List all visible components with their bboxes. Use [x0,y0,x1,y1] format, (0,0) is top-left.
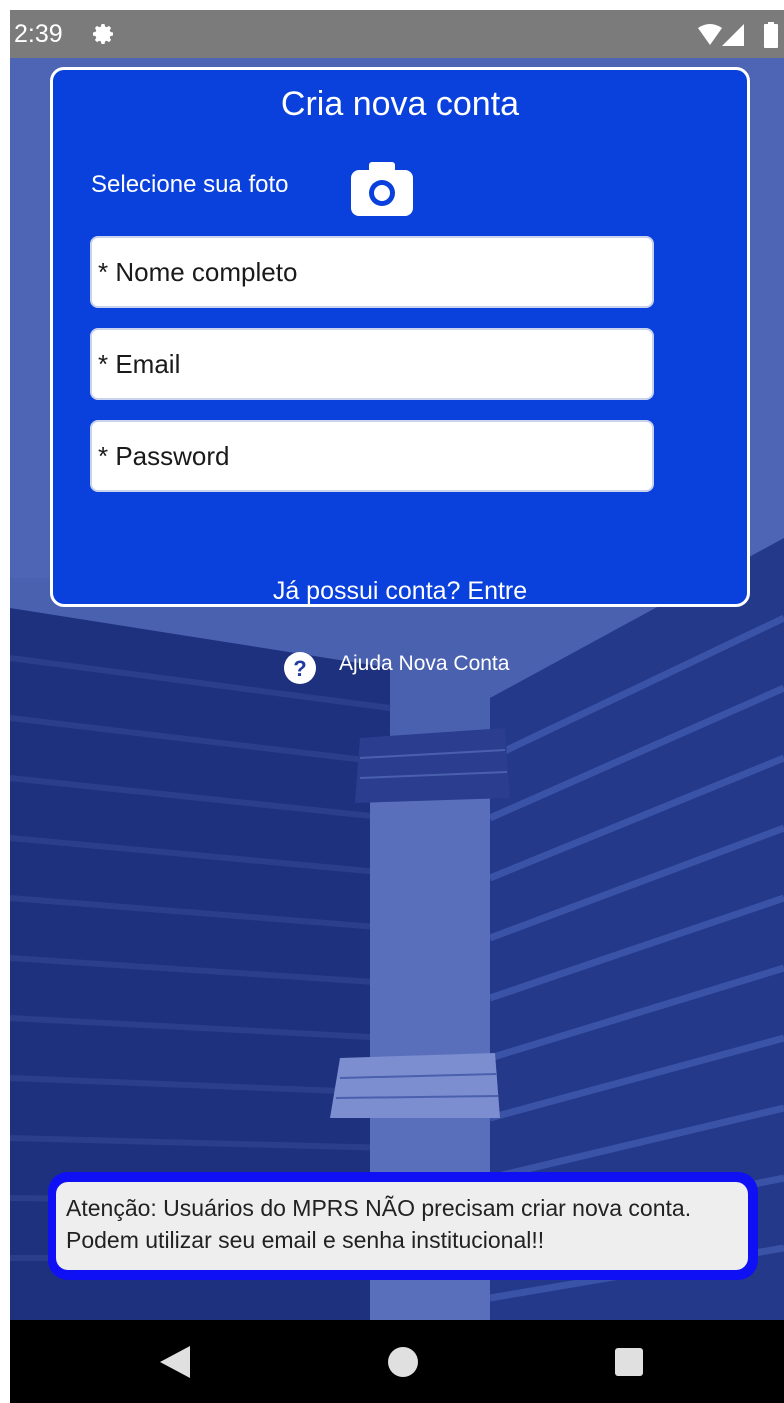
status-time: 2:39 [14,20,63,48]
camera-icon[interactable] [349,160,415,218]
new-account-card: Cria nova conta Selecione sua foto Já po… [50,67,750,607]
status-bar: 2:39 [10,10,784,58]
card-title: Cria nova conta [280,85,520,123]
navigation-bar [10,1320,784,1403]
svg-text:?: ? [293,656,306,681]
email-input[interactable] [98,330,646,398]
full-name-input[interactable] [98,238,646,306]
screen: 2:39 Cria nova conta Selecione sua foto … [0,0,784,1403]
email-field [90,328,654,400]
phone-frame: 2:39 Cria nova conta Selecione sua foto … [10,10,784,1403]
help-circle-icon: ? [284,652,316,684]
login-link[interactable]: Já possui conta? Entre [53,577,747,605]
battery-icon [764,22,778,48]
password-input[interactable] [98,422,646,490]
home-icon[interactable] [387,1346,419,1378]
attention-notice: Atenção: Usuários do MPRS NÃO precisam c… [48,1172,758,1280]
signal-icon [722,24,744,46]
full-name-field [90,236,654,308]
gear-icon [93,24,113,44]
help-label: Ajuda Nova Conta [339,652,510,675]
attention-notice-body: Atenção: Usuários do MPRS NÃO precisam c… [56,1182,748,1270]
wifi-icon [698,24,722,45]
recents-icon[interactable] [614,1347,644,1377]
select-photo-label: Selecione sua foto [91,171,289,198]
attention-notice-text: Atenção: Usuários do MPRS NÃO precisam c… [66,1195,692,1253]
back-icon[interactable] [158,1344,192,1380]
password-field [90,420,654,492]
